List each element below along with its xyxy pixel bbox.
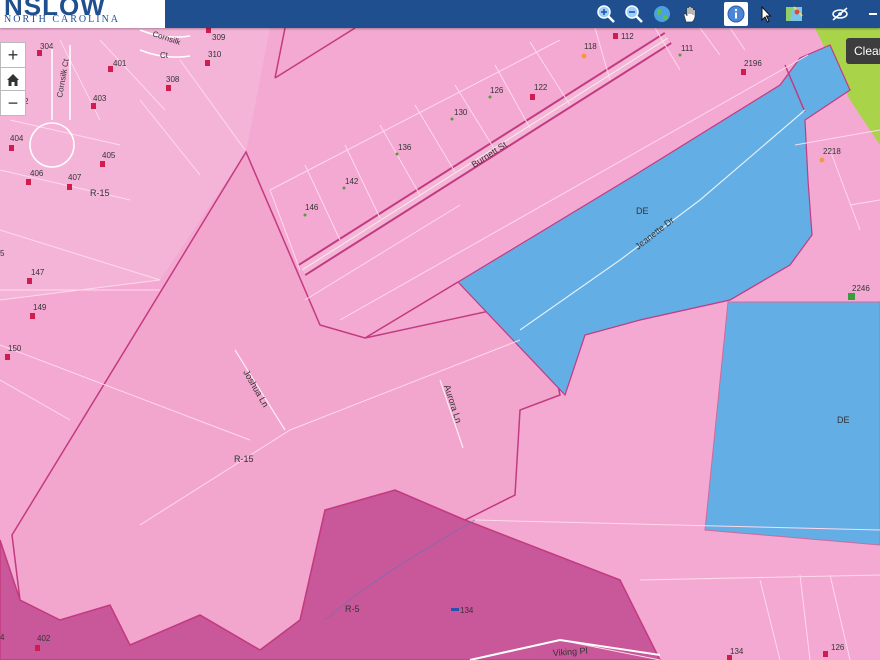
- address-label: 118: [584, 42, 597, 51]
- globe-icon[interactable]: [650, 2, 674, 26]
- address-label: 136: [398, 143, 412, 152]
- zoom-out-icon[interactable]: [622, 2, 646, 26]
- address-label: 407: [68, 173, 82, 182]
- visibility-toggle-icon[interactable]: [828, 2, 852, 26]
- address-label: 308: [166, 75, 180, 84]
- address-label: 112: [621, 32, 634, 41]
- county-logo: NSLOW NORTH CAROLINA: [0, 0, 165, 28]
- address-label: 5: [0, 249, 5, 258]
- address-label: 4: [0, 633, 5, 642]
- logo-subtitle: NORTH CAROLINA: [4, 14, 121, 25]
- zoom-out-button[interactable]: −: [0, 90, 26, 116]
- address-label: 122: [534, 83, 548, 92]
- zone-label: R-5: [345, 604, 360, 614]
- address-label: 405: [102, 151, 116, 160]
- overflow-icon[interactable]: [866, 2, 880, 26]
- zone-development-de-2[interactable]: [704, 301, 880, 546]
- street-label: Ct: [160, 51, 169, 60]
- address-label: 134: [730, 647, 744, 656]
- address-label: 401: [113, 59, 127, 68]
- pan-hand-icon[interactable]: [678, 2, 702, 26]
- zoom-in-icon[interactable]: [594, 2, 618, 26]
- address-label: 2218: [823, 147, 841, 156]
- home-icon: [7, 74, 19, 86]
- zone-label: DE: [636, 206, 649, 216]
- address-label: 310: [208, 50, 222, 59]
- address-label: 134: [460, 606, 474, 615]
- address-label: 142: [345, 177, 359, 186]
- select-arrow-icon[interactable]: [754, 2, 778, 26]
- address-label: 2246: [852, 284, 870, 293]
- zone-label: DE: [837, 415, 850, 425]
- address-label: 309: [212, 33, 226, 42]
- top-toolbar: NSLOW NORTH CAROLINA: [0, 0, 880, 28]
- address-label: 149: [33, 303, 47, 312]
- address-label: 126: [490, 86, 504, 95]
- address-label: 111: [681, 44, 694, 53]
- zone-label: R-15: [90, 188, 110, 198]
- address-label: 147: [31, 268, 45, 277]
- info-icon[interactable]: [724, 2, 748, 26]
- map-layers-icon[interactable]: [782, 2, 806, 26]
- address-label: 150: [8, 344, 22, 353]
- address-label: 404: [10, 134, 24, 143]
- address-label: 406: [30, 169, 44, 178]
- clear-button[interactable]: Clear: [846, 38, 880, 64]
- map-canvas[interactable]: R-15 R-15 R-5 DE DE Burnett St Jeanette …: [0, 0, 880, 660]
- address-label: 402: [37, 634, 51, 643]
- address-label: 126: [831, 643, 845, 652]
- address-label: 146: [305, 203, 319, 212]
- zone-label: R-15: [234, 454, 254, 464]
- address-label: 304: [40, 42, 54, 51]
- address-label: 2196: [744, 59, 762, 68]
- zoom-in-button[interactable]: +: [0, 42, 26, 68]
- address-label: 403: [93, 94, 107, 103]
- address-label: 130: [454, 108, 468, 117]
